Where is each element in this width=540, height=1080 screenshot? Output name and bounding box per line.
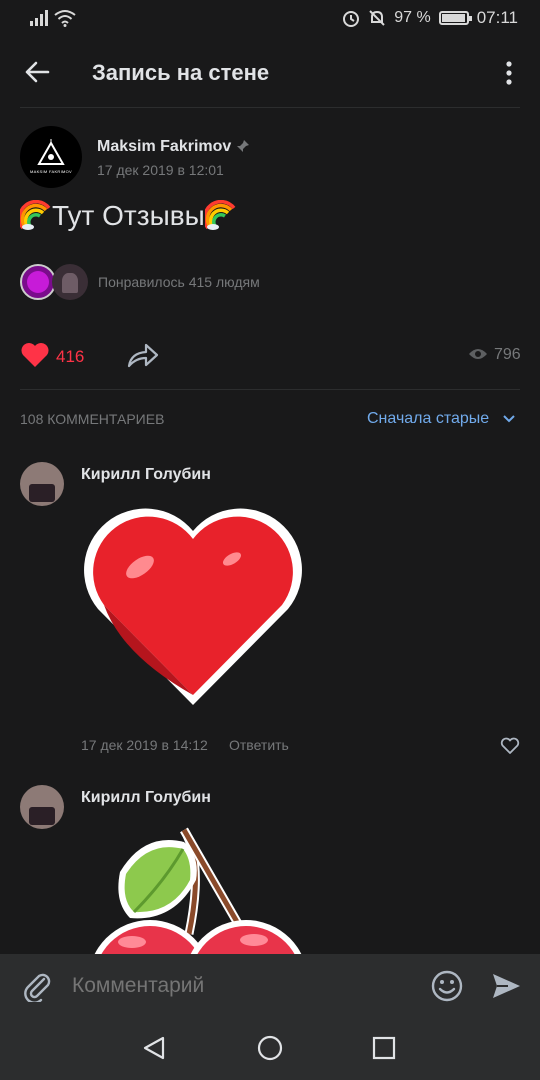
send-icon[interactable] [490, 970, 522, 1002]
comments-count: 108 КОММЕНТАРИЕВ [20, 411, 165, 427]
alarm-icon [343, 11, 360, 27]
header-divider [20, 107, 520, 108]
top-app-bar: Запись на стене [0, 38, 540, 108]
comment-input-bar [0, 954, 540, 1018]
actions-divider [20, 389, 520, 390]
commenter-avatar[interactable] [20, 462, 64, 506]
rainbow-emoji-icon [204, 200, 236, 230]
liker-avatar [20, 264, 56, 300]
more-vertical-icon[interactable] [504, 60, 514, 86]
author-avatar-text: MAKSIM FAKRIMOV [29, 169, 73, 174]
nav-home-icon[interactable] [257, 1035, 283, 1061]
clock: 07:11 [476, 8, 518, 27]
comment-input[interactable] [72, 970, 402, 1002]
commenter-avatar[interactable] [20, 785, 64, 829]
heart-sticker [84, 508, 302, 705]
liked-by-text: Понравилось 415 людям [98, 274, 260, 290]
wifi-icon [54, 10, 76, 27]
post-text: Тут Отзывы [52, 200, 205, 231]
status-bar: 97 % 07:11 [0, 0, 540, 38]
pin-icon [237, 140, 249, 152]
cell-signal-icon [30, 10, 48, 26]
share-icon[interactable] [126, 341, 160, 369]
battery-percent: 97 % [394, 9, 431, 26]
nav-back-icon[interactable] [142, 1035, 166, 1061]
liker-avatar [52, 264, 88, 300]
rainbow-emoji-icon [20, 200, 51, 230]
battery-icon [438, 11, 472, 25]
post-text-row: Тут Отзывы [20, 200, 237, 232]
liked-by-row[interactable]: Понравилось 415 людям [20, 264, 260, 300]
like-count: 416 [56, 347, 85, 366]
reply-button[interactable]: Ответить [229, 737, 289, 753]
nav-recents-icon[interactable] [372, 1036, 396, 1060]
chevron-down-icon[interactable] [502, 414, 516, 424]
post-author-name[interactable]: Maksim Fakrimov [97, 138, 231, 156]
author-avatar[interactable]: MAKSIM FAKRIMOV [20, 126, 82, 188]
like-heart-icon[interactable] [20, 342, 50, 368]
commenter-name[interactable]: Кирилл Голубин [81, 789, 211, 807]
author-logo-icon [37, 139, 65, 165]
sort-dropdown[interactable]: Сначала старые [367, 410, 489, 428]
views-eye-icon [469, 349, 487, 359]
page-title: Запись на стене [92, 60, 270, 85]
commenter-name[interactable]: Кирилл Голубин [81, 466, 211, 484]
system-navigation-bar [0, 1018, 540, 1080]
views-count: 796 [494, 346, 521, 363]
post-date: 17 дек 2019 в 12:01 [97, 162, 224, 178]
comment-date: 17 дек 2019 в 14:12 [81, 737, 208, 753]
attach-paperclip-icon[interactable] [22, 970, 52, 1002]
cherry-sticker [94, 827, 302, 954]
mute-bell-icon [369, 10, 385, 26]
back-arrow-icon[interactable] [24, 60, 50, 84]
emoji-smile-icon[interactable] [430, 969, 464, 1003]
comment-like-icon[interactable] [500, 737, 520, 755]
